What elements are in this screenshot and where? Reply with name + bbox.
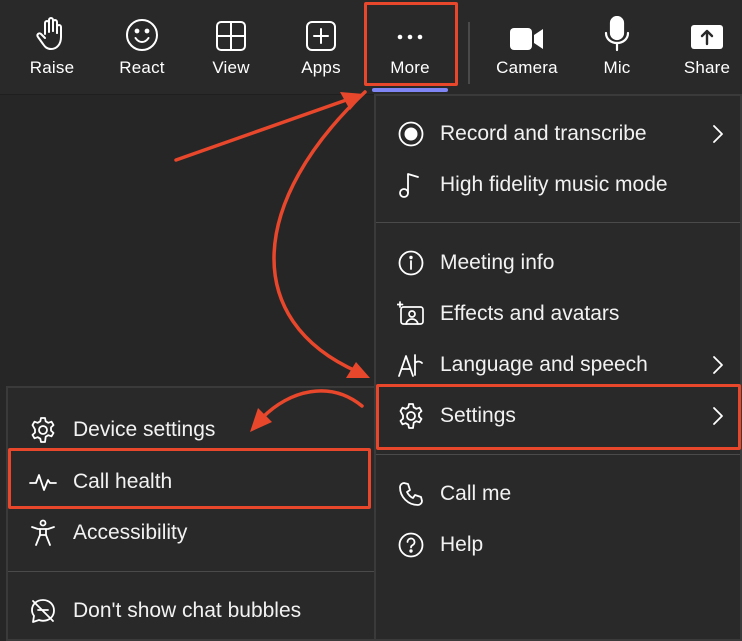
raise-hand-icon [35, 0, 69, 52]
share-screen-icon [690, 0, 724, 52]
more-menu: Record and transcribe High fidelity musi… [374, 94, 742, 641]
accessibility-icon [28, 518, 58, 548]
menu-item-effects[interactable]: Effects and avatars [376, 292, 740, 336]
camera-label: Camera [496, 58, 558, 77]
chevron-right-icon [712, 124, 724, 149]
view-label: View [212, 58, 250, 77]
smiley-icon [125, 0, 159, 52]
meeting-info-label: Meeting info [440, 251, 555, 274]
share-button[interactable]: Share [680, 0, 734, 94]
share-label: Share [683, 58, 731, 77]
menu-item-help[interactable]: Help [376, 523, 740, 567]
help-label: Help [440, 533, 484, 556]
menu-item-device-settings[interactable]: Device settings [8, 408, 374, 452]
settings-submenu: Device settings Call health Accessibilit… [6, 386, 376, 641]
language-label: Language and speech [440, 353, 648, 376]
mic-button[interactable]: Mic [596, 0, 638, 94]
menu-item-hifi-music[interactable]: High fidelity music mode [376, 163, 740, 207]
more-highlight-box [364, 2, 458, 86]
apps-label: Apps [301, 58, 341, 77]
toolbar-separator [468, 22, 470, 84]
language-icon [396, 350, 426, 380]
react-label: React [119, 58, 165, 77]
record-icon [396, 119, 426, 149]
menu-divider [376, 222, 740, 223]
apps-button[interactable]: Apps [291, 0, 351, 94]
settings-highlight-box [376, 384, 741, 450]
mic-label: Mic [603, 58, 631, 77]
accessibility-label: Accessibility [73, 521, 188, 544]
chat-bubbles-label: Don't show chat bubbles [73, 599, 302, 622]
menu-item-meeting-info[interactable]: Meeting info [376, 241, 740, 285]
menu-item-language[interactable]: Language and speech [376, 343, 740, 387]
effects-label: Effects and avatars [440, 302, 620, 325]
raise-button[interactable]: Raise [22, 0, 82, 94]
record-label: Record and transcribe [440, 122, 647, 145]
microphone-icon [603, 0, 631, 52]
active-tab-indicator [372, 88, 448, 92]
add-app-icon [305, 0, 337, 52]
view-button[interactable]: View [201, 0, 261, 94]
gear-icon [28, 415, 58, 445]
react-button[interactable]: React [112, 0, 172, 94]
device-settings-label: Device settings [73, 418, 216, 441]
menu-divider [376, 454, 740, 455]
music-note-icon [396, 170, 426, 200]
call-me-label: Call me [440, 482, 512, 505]
camera-button[interactable]: Camera [494, 0, 560, 94]
menu-item-chat-bubbles[interactable]: Don't show chat bubbles [8, 589, 374, 633]
menu-divider [8, 571, 374, 572]
effects-avatar-icon [396, 299, 426, 329]
grid-view-icon [215, 0, 247, 52]
info-icon [396, 248, 426, 278]
camera-icon [510, 0, 544, 52]
chat-bubble-off-icon [28, 596, 58, 626]
chevron-right-icon [712, 355, 724, 380]
menu-item-accessibility[interactable]: Accessibility [8, 511, 374, 555]
raise-label: Raise [29, 58, 75, 77]
help-icon [396, 530, 426, 560]
menu-item-call-me[interactable]: Call me [376, 472, 740, 516]
hifi-label: High fidelity music mode [440, 173, 668, 196]
call-health-highlight-box [8, 448, 371, 509]
menu-item-record[interactable]: Record and transcribe [376, 112, 740, 156]
arrow-to-more [174, 96, 354, 162]
phone-icon [396, 479, 426, 509]
arrow-to-settings [272, 90, 367, 374]
